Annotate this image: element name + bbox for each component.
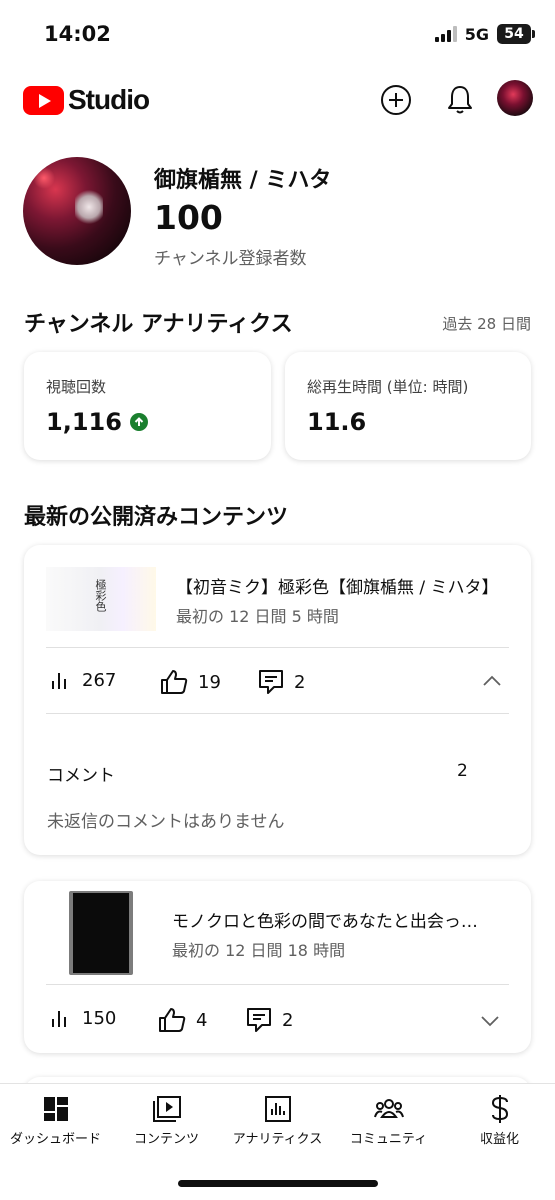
content-icon	[152, 1096, 181, 1122]
battery-level: 54	[504, 26, 524, 42]
notifications-button[interactable]	[442, 82, 478, 118]
views-metric: 267	[50, 669, 116, 691]
divider	[46, 647, 509, 648]
app-bar: Studio	[0, 70, 555, 128]
watch-time-card[interactable]: 総再生時間 (単位: 時間) 11.6	[285, 352, 531, 460]
expand-button[interactable]	[480, 1013, 500, 1032]
latest-content-title: 最新の公開済みコンテンツ	[24, 505, 289, 530]
analytics-title: チャンネル アナリティクス	[24, 312, 293, 337]
nav-label: アナリティクス	[232, 1132, 323, 1147]
divider	[46, 984, 509, 985]
home-indicator[interactable]	[178, 1180, 378, 1187]
bar-chart-icon	[52, 1011, 66, 1027]
plus-circle-icon	[381, 85, 411, 115]
video-card[interactable]: 極彩色 【初音ミク】極彩色【御旗楯無 / ミハタ】 最初の 12 日間 5 時間…	[24, 545, 531, 855]
nav-dashboard[interactable]: ダッシュボード	[0, 1092, 111, 1147]
video-period: 最初の 12 日間 5 時間	[176, 607, 339, 626]
likes-count: 19	[198, 671, 221, 693]
community-icon	[373, 1099, 404, 1118]
trend-up-icon	[129, 413, 148, 431]
video-title[interactable]: 【初音ミク】極彩色【御旗楯無 / ミハタ】	[176, 573, 516, 598]
thumbnail-text: 極彩色	[94, 579, 107, 612]
comments-section-label: コメント	[47, 766, 115, 786]
views-value-row: 1,116	[46, 408, 148, 436]
comment-icon	[247, 1008, 271, 1032]
create-button[interactable]	[378, 82, 414, 118]
dashboard-icon	[43, 1097, 68, 1121]
likes-metric: 19	[160, 669, 221, 695]
video-title[interactable]: モノクロと色彩の間であなたと出会っ…	[172, 907, 516, 932]
nav-label: コンテンツ	[133, 1132, 199, 1147]
bell-icon	[448, 86, 472, 114]
signal-icon	[434, 26, 457, 42]
views-value: 1,116	[46, 408, 122, 436]
views-metric: 150	[50, 1007, 116, 1029]
logo-text: Studio	[68, 84, 150, 115]
network-type: 5G	[464, 24, 489, 44]
views-card[interactable]: 視聴回数 1,116	[24, 352, 271, 460]
account-avatar[interactable]	[497, 80, 533, 116]
subscriber-count: 100	[154, 198, 223, 237]
chevron-down-icon	[481, 1016, 499, 1027]
bar-chart-icon	[52, 673, 66, 689]
nav-community[interactable]: コミュニティ	[333, 1092, 444, 1147]
views-label: 視聴回数	[46, 378, 107, 396]
nav-label: ダッシュボード	[9, 1132, 101, 1147]
nav-analytics[interactable]: アナリティクス	[222, 1092, 333, 1147]
dollar-icon	[491, 1095, 508, 1123]
battery-icon: 54	[497, 24, 535, 44]
chevron-up-icon	[483, 675, 501, 686]
collapse-button[interactable]	[482, 673, 502, 692]
studio-logo[interactable]: Studio	[23, 84, 150, 116]
channel-avatar	[23, 157, 131, 265]
channel-name: 御旗楯無 / ミハタ	[154, 168, 332, 193]
analytics-icon	[264, 1096, 291, 1122]
thumbs-up-icon	[159, 1008, 186, 1032]
comments-section-count: 2	[457, 761, 468, 781]
status-indicators: 5G 54	[434, 24, 535, 44]
thumbs-up-icon	[161, 670, 188, 694]
nav-content[interactable]: コンテンツ	[111, 1092, 222, 1147]
comments-count: 2	[294, 671, 306, 693]
views-count: 267	[82, 669, 117, 691]
analytics-period: 過去 28 日間	[442, 315, 531, 333]
status-time: 14:02	[44, 22, 111, 46]
comment-icon	[259, 670, 283, 694]
status-bar: 14:02 5G 54	[0, 0, 555, 70]
likes-metric: 4	[158, 1007, 207, 1033]
comments-metric: 2	[246, 1007, 293, 1033]
divider	[46, 713, 509, 714]
video-period: 最初の 12 日間 18 時間	[172, 941, 346, 960]
watch-time-label: 総再生時間 (単位: 時間)	[307, 378, 469, 396]
watch-time-value: 11.6	[307, 408, 367, 436]
video-thumbnail[interactable]: 極彩色	[46, 567, 156, 631]
video-thumbnail[interactable]	[69, 891, 133, 975]
views-count: 150	[82, 1007, 117, 1029]
nav-label: 収益化	[479, 1132, 519, 1147]
no-unreplied-comments: 未返信のコメントはありません	[47, 812, 285, 832]
likes-count: 4	[196, 1009, 208, 1031]
video-card[interactable]: モノクロと色彩の間であなたと出会っ… 最初の 12 日間 18 時間 150 4…	[24, 881, 531, 1053]
comments-count: 2	[282, 1009, 294, 1031]
youtube-logo-icon	[23, 85, 64, 115]
comments-metric: 2	[258, 669, 305, 695]
channel-profile: 御旗楯無 / ミハタ 100 チャンネル登録者数	[0, 150, 555, 280]
nav-label: コミュニティ	[349, 1132, 428, 1147]
subscriber-label: チャンネル登録者数	[154, 249, 307, 269]
nav-monetization[interactable]: 収益化	[444, 1092, 555, 1147]
